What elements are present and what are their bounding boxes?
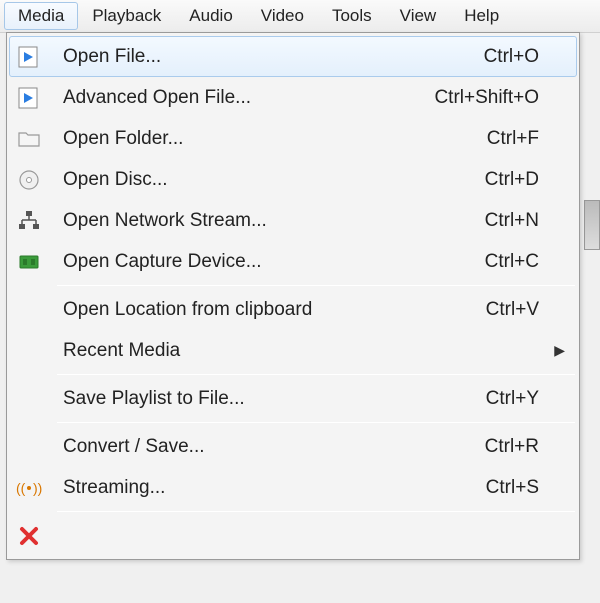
menu-shortcut: Ctrl+O <box>484 46 569 68</box>
menu-label: Open Folder... <box>63 128 487 150</box>
menu-item-open-folder[interactable]: Open Folder... Ctrl+F <box>9 118 577 159</box>
menu-shortcut: Ctrl+D <box>485 169 569 191</box>
menu-label: Advanced Open File... <box>63 87 434 109</box>
menu-playback[interactable]: Playback <box>78 2 175 30</box>
quit-icon <box>15 522 43 550</box>
menu-label: Open Capture Device... <box>63 251 485 273</box>
menu-shortcut: Ctrl+Shift+O <box>434 87 569 109</box>
play-file-icon <box>15 43 43 71</box>
play-file-icon <box>15 84 43 112</box>
network-icon <box>15 207 43 235</box>
menu-shortcut: Ctrl+S <box>486 477 569 499</box>
folder-icon <box>15 125 43 153</box>
menu-label: Convert / Save... <box>63 436 485 458</box>
menu-label: Save Playlist to File... <box>63 388 486 410</box>
menu-shortcut: Ctrl+Y <box>486 388 569 410</box>
menu-shortcut: Ctrl+F <box>487 128 569 150</box>
window-edge <box>584 200 600 250</box>
svg-text:((: (( <box>16 480 26 496</box>
menu-item-save-playlist[interactable]: Save Playlist to File... Ctrl+Y <box>9 378 577 419</box>
menu-separator <box>57 285 575 286</box>
menu-help[interactable]: Help <box>450 2 513 30</box>
menu-item-quit[interactable] <box>9 515 577 556</box>
menu-shortcut: Ctrl+V <box>486 299 569 321</box>
menu-separator <box>57 374 575 375</box>
menu-label: Open Location from clipboard <box>63 299 486 321</box>
menu-label: Open Network Stream... <box>63 210 485 232</box>
menu-label: Streaming... <box>63 477 486 499</box>
menu-label: Recent Media <box>63 340 569 362</box>
menu-video[interactable]: Video <box>247 2 318 30</box>
menu-item-recent-media[interactable]: Recent Media ▶ <box>9 330 577 371</box>
menubar: Media Playback Audio Video Tools View He… <box>0 0 600 33</box>
menu-label: Open Disc... <box>63 169 485 191</box>
menu-shortcut: Ctrl+R <box>485 436 569 458</box>
menu-separator <box>57 422 575 423</box>
svg-text:)): )) <box>33 480 42 496</box>
menu-shortcut: Ctrl+C <box>485 251 569 273</box>
menu-tools[interactable]: Tools <box>318 2 386 30</box>
menu-item-open-clipboard[interactable]: Open Location from clipboard Ctrl+V <box>9 289 577 330</box>
menu-separator <box>57 511 575 512</box>
menu-item-advanced-open-file[interactable]: Advanced Open File... Ctrl+Shift+O <box>9 77 577 118</box>
media-dropdown: Open File... Ctrl+O Advanced Open File..… <box>6 32 580 560</box>
stream-icon: (()) <box>15 474 43 502</box>
menu-audio[interactable]: Audio <box>175 2 246 30</box>
menu-item-convert-save[interactable]: Convert / Save... Ctrl+R <box>9 426 577 467</box>
submenu-arrow-icon: ▶ <box>554 342 565 359</box>
menu-item-open-capture[interactable]: Open Capture Device... Ctrl+C <box>9 241 577 282</box>
menu-item-open-network[interactable]: Open Network Stream... Ctrl+N <box>9 200 577 241</box>
menu-item-streaming[interactable]: (()) Streaming... Ctrl+S <box>9 467 577 508</box>
disc-icon <box>15 166 43 194</box>
capture-icon <box>15 248 43 276</box>
menu-label: Open File... <box>63 46 484 68</box>
menu-item-open-file[interactable]: Open File... Ctrl+O <box>9 36 577 77</box>
menu-view[interactable]: View <box>386 2 451 30</box>
menu-item-open-disc[interactable]: Open Disc... Ctrl+D <box>9 159 577 200</box>
menu-media[interactable]: Media <box>4 2 78 30</box>
menu-shortcut: Ctrl+N <box>485 210 569 232</box>
